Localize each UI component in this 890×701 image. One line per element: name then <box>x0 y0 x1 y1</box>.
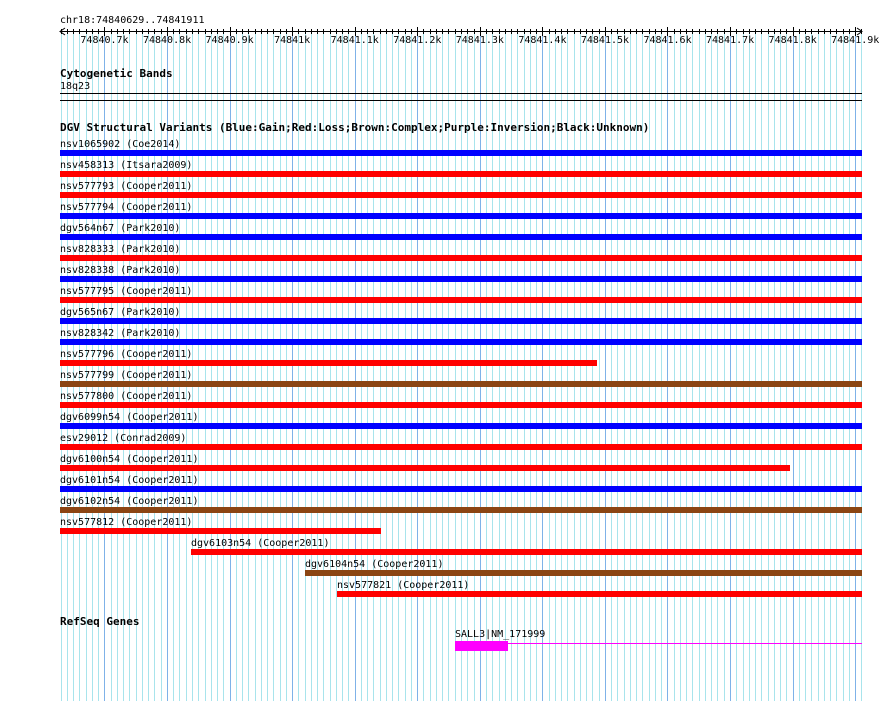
variant-bar-loss[interactable] <box>60 465 790 471</box>
variant-label: nsv828342 (Park2010) <box>60 328 181 339</box>
variant-bar-loss[interactable] <box>60 192 862 198</box>
variant-label: nsv577821 (Cooper2011) <box>337 580 470 591</box>
variant-bar-loss[interactable] <box>60 255 862 261</box>
variant-bar-loss[interactable] <box>60 297 862 303</box>
variant-label: nsv577793 (Cooper2011) <box>60 181 193 192</box>
variant-bar-gain[interactable] <box>60 234 862 240</box>
ruler-tick-label: 74840.9k <box>205 35 254 46</box>
variant-label: nsv1065902 (Coe2014) <box>60 139 181 150</box>
variant-bar-loss[interactable] <box>60 402 862 408</box>
location-label: chr18:74840629..74841911 <box>60 15 205 26</box>
cytoband-line-top <box>60 93 862 94</box>
variant-label: nsv828333 (Park2010) <box>60 244 181 255</box>
variant-bar-gain[interactable] <box>60 486 862 492</box>
variant-label: nsv458313 (Itsara2009) <box>60 160 193 171</box>
ruler-tick-label: 74841.5k <box>580 35 630 46</box>
variant-label: nsv577799 (Cooper2011) <box>60 370 193 381</box>
variant-bar-loss[interactable] <box>191 549 862 555</box>
variant-label: nsv577800 (Cooper2011) <box>60 391 193 402</box>
ruler-tick-label: 74841.3k <box>455 35 504 46</box>
variant-label: nsv828338 (Park2010) <box>60 265 181 276</box>
variant-label: nsv577795 (Cooper2011) <box>60 286 193 297</box>
variant-bar-loss[interactable] <box>60 528 381 534</box>
ruler-tick-label: 74841.1k <box>330 35 379 46</box>
variant-label: dgv6104n54 (Cooper2011) <box>305 559 444 570</box>
variant-bar-complex[interactable] <box>60 381 862 387</box>
ruler-tick-label: 74841.7k <box>706 35 755 46</box>
ruler-tick-label: 74841.4k <box>518 35 567 46</box>
ruler-tick-label: 74840.8k <box>142 35 192 46</box>
gene-intron-line <box>507 643 862 644</box>
variant-label: nsv577796 (Cooper2011) <box>60 349 193 360</box>
variant-bar-gain[interactable] <box>60 318 862 324</box>
refseq-track-title[interactable]: RefSeq Genes <box>60 616 139 628</box>
ruler-tick-label: 74841.9k <box>831 35 880 46</box>
variant-label: dgv565n67 (Park2010) <box>60 307 181 318</box>
variant-bar-loss[interactable] <box>60 360 597 366</box>
variant-bar-gain[interactable] <box>60 339 862 345</box>
variant-label: dgv6100n54 (Cooper2011) <box>60 454 199 465</box>
variant-label: nsv577794 (Cooper2011) <box>60 202 193 213</box>
variant-bar-loss[interactable] <box>60 444 862 450</box>
dgv-track-title[interactable]: DGV Structural Variants (Blue:Gain;Red:L… <box>60 122 649 134</box>
variant-bar-gain[interactable] <box>60 276 862 282</box>
variant-bar-gain[interactable] <box>60 213 862 219</box>
variant-label: dgv6103n54 (Cooper2011) <box>191 538 330 549</box>
ruler-tick-label: 74841k <box>274 35 311 46</box>
cytoband-line-bottom <box>60 100 862 101</box>
variant-bar-gain[interactable] <box>60 423 862 429</box>
variant-label: dgv6099n54 (Cooper2011) <box>60 412 199 423</box>
gene-label: SALL3|NM_171999 <box>455 629 546 640</box>
variant-bar-complex[interactable] <box>60 507 862 513</box>
cytoband-track-title[interactable]: Cytogenetic Bands <box>60 68 173 80</box>
variant-bar-complex[interactable] <box>305 570 862 576</box>
variant-label: nsv577812 (Cooper2011) <box>60 517 193 528</box>
ruler-tick-label: 74841.8k <box>768 35 817 46</box>
ruler-tick-label: 74841.2k <box>393 35 442 46</box>
variant-label: esv29012 (Conrad2009) <box>60 433 187 444</box>
variant-label: dgv6101n54 (Cooper2011) <box>60 475 199 486</box>
genome-browser-panel: chr18:74840629..74841911 74840.7k 74840.8… <box>0 0 890 701</box>
ruler-tick-label: 74841.6k <box>643 35 692 46</box>
variant-label: dgv564n67 (Park2010) <box>60 223 181 234</box>
variant-label: dgv6102n54 (Cooper2011) <box>60 496 199 507</box>
variant-bar-loss[interactable] <box>60 171 862 177</box>
gene-exon[interactable] <box>455 641 508 651</box>
cytoband-label: 18q23 <box>60 81 91 92</box>
ruler-tick-label: 74840.7k <box>80 35 129 46</box>
variant-bar-loss[interactable] <box>337 591 862 597</box>
variant-bar-gain[interactable] <box>60 150 862 156</box>
